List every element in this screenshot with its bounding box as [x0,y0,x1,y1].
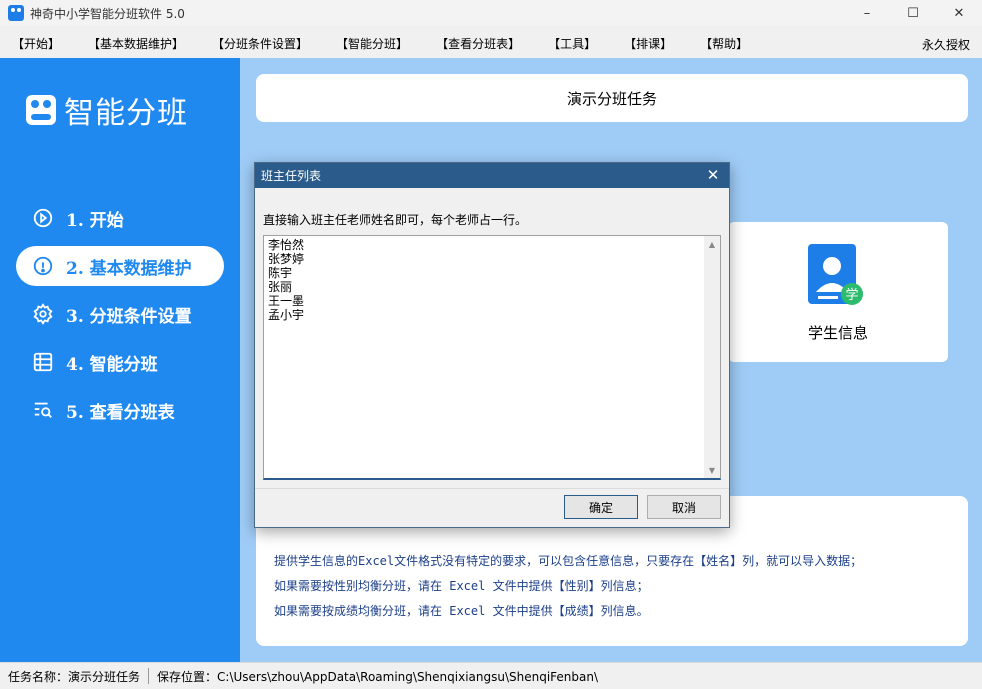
play-icon [32,207,54,229]
sidebar-item-label: 4. 智能分班 [66,350,158,375]
app-icon [8,5,24,21]
sidebar-item-start[interactable]: 1. 开始 [16,198,224,238]
dialog-title: 班主任列表 [261,167,321,184]
teacher-lines: 李怡然 张梦婷 陈宇 张丽 王一墨 孟小宇 [268,238,304,322]
sidebar-nav: 1. 开始 2. 基本数据维护 3. 分班条件设置 4. 智能分班 5. 查看分… [16,198,224,438]
teacher-line: 张梦婷 [268,252,304,266]
dialog-instruction: 直接输入班主任老师姓名即可，每个老师占一行。 [263,211,527,228]
maximize-button[interactable]: ☐ [890,0,936,26]
teacher-line: 陈宇 [268,266,304,280]
brand-title: 智能分班 [64,88,188,132]
textarea-scrollbar[interactable]: ▲ ▼ [704,236,720,478]
info-line: 提供学生信息的Excel文件格式没有特定的要求，可以包含任意信息，只要存在【姓名… [274,552,862,569]
title-bar: 神奇中小学智能分班软件 5.0 – ☐ ✕ [0,0,982,26]
sidebar-item-label: 2. 基本数据维护 [66,254,192,279]
teacher-line: 孟小宇 [268,308,304,322]
scroll-down-icon[interactable]: ▼ [704,462,720,478]
info-line: 如果需要按性别均衡分班，请在 Excel 文件中提供【性别】列信息； [274,577,649,594]
teacher-line: 张丽 [268,280,304,294]
sidebar-item-label: 5. 查看分班表 [66,398,175,423]
sidebar: 智能分班 1. 开始 2. 基本数据维护 3. 分班条件设置 4. 智能分班 5… [0,58,240,662]
menu-basic-data[interactable]: 【基本数据维护】 [88,35,184,52]
menu-conditions[interactable]: 【分班条件设置】 [212,35,308,52]
status-save-path: 保存位置：C:\Users\zhou\AppData\Roaming\Shenq… [149,668,606,685]
sidebar-item-label: 3. 分班条件设置 [66,302,192,327]
gear-icon [32,303,54,325]
teacher-line: 李怡然 [268,238,304,252]
sidebar-item-view-table[interactable]: 5. 查看分班表 [16,390,224,430]
window-title: 神奇中小学智能分班软件 5.0 [30,5,185,22]
teacher-list-dialog: 班主任列表 ✕ 直接输入班主任老师姓名即可，每个老师占一行。 李怡然 张梦婷 陈… [254,162,730,528]
student-info-label: 学生信息 [728,322,948,343]
sidebar-item-conditions[interactable]: 3. 分班条件设置 [16,294,224,334]
dialog-title-bar[interactable]: 班主任列表 ✕ [255,163,729,188]
task-title: 演示分班任务 [256,74,968,122]
teacher-names-textarea[interactable]: 李怡然 张梦婷 陈宇 张丽 王一墨 孟小宇 ▲ ▼ [263,235,721,480]
license-label[interactable]: 永久授权 [922,36,970,53]
menu-tools[interactable]: 【工具】 [548,35,596,52]
search-list-icon [32,399,54,421]
dialog-divider [255,488,729,489]
teacher-line: 王一墨 [268,294,304,308]
student-badge: 学 [845,287,858,303]
grid-icon [32,351,54,373]
sidebar-item-label: 1. 开始 [66,206,124,231]
ok-button[interactable]: 确定 [564,495,638,519]
close-window-button[interactable]: ✕ [936,0,982,26]
status-bar: 任务名称：演示分班任务 保存位置：C:\Users\zhou\AppData\R… [0,662,982,689]
cancel-button[interactable]: 取消 [647,495,721,519]
menu-start[interactable]: 【开始】 [12,35,60,52]
student-info-card[interactable]: 学 学生信息 [728,222,948,362]
minimize-button[interactable]: – [844,0,890,26]
menu-bar: 【开始】 【基本数据维护】 【分班条件设置】 【智能分班】 【查看分班表】 【工… [0,30,982,56]
student-id-icon: 学 [808,244,864,308]
close-icon[interactable]: ✕ [703,165,723,185]
scroll-up-icon[interactable]: ▲ [704,236,720,252]
info-line: 如果需要按成绩均衡分班，请在 Excel 文件中提供【成绩】列信息。 [274,602,649,619]
info-icon [32,255,54,277]
status-task-name: 任务名称：演示分班任务 [0,668,148,685]
menu-help[interactable]: 【帮助】 [700,35,748,52]
menu-schedule[interactable]: 【排课】 [624,35,672,52]
brand-logo-icon [26,95,56,125]
menu-view-table[interactable]: 【查看分班表】 [436,35,520,52]
sidebar-item-smart-split[interactable]: 4. 智能分班 [16,342,224,382]
brand: 智能分班 [26,88,188,132]
menu-smart-split[interactable]: 【智能分班】 [336,35,408,52]
sidebar-item-basic-data[interactable]: 2. 基本数据维护 [16,246,224,286]
